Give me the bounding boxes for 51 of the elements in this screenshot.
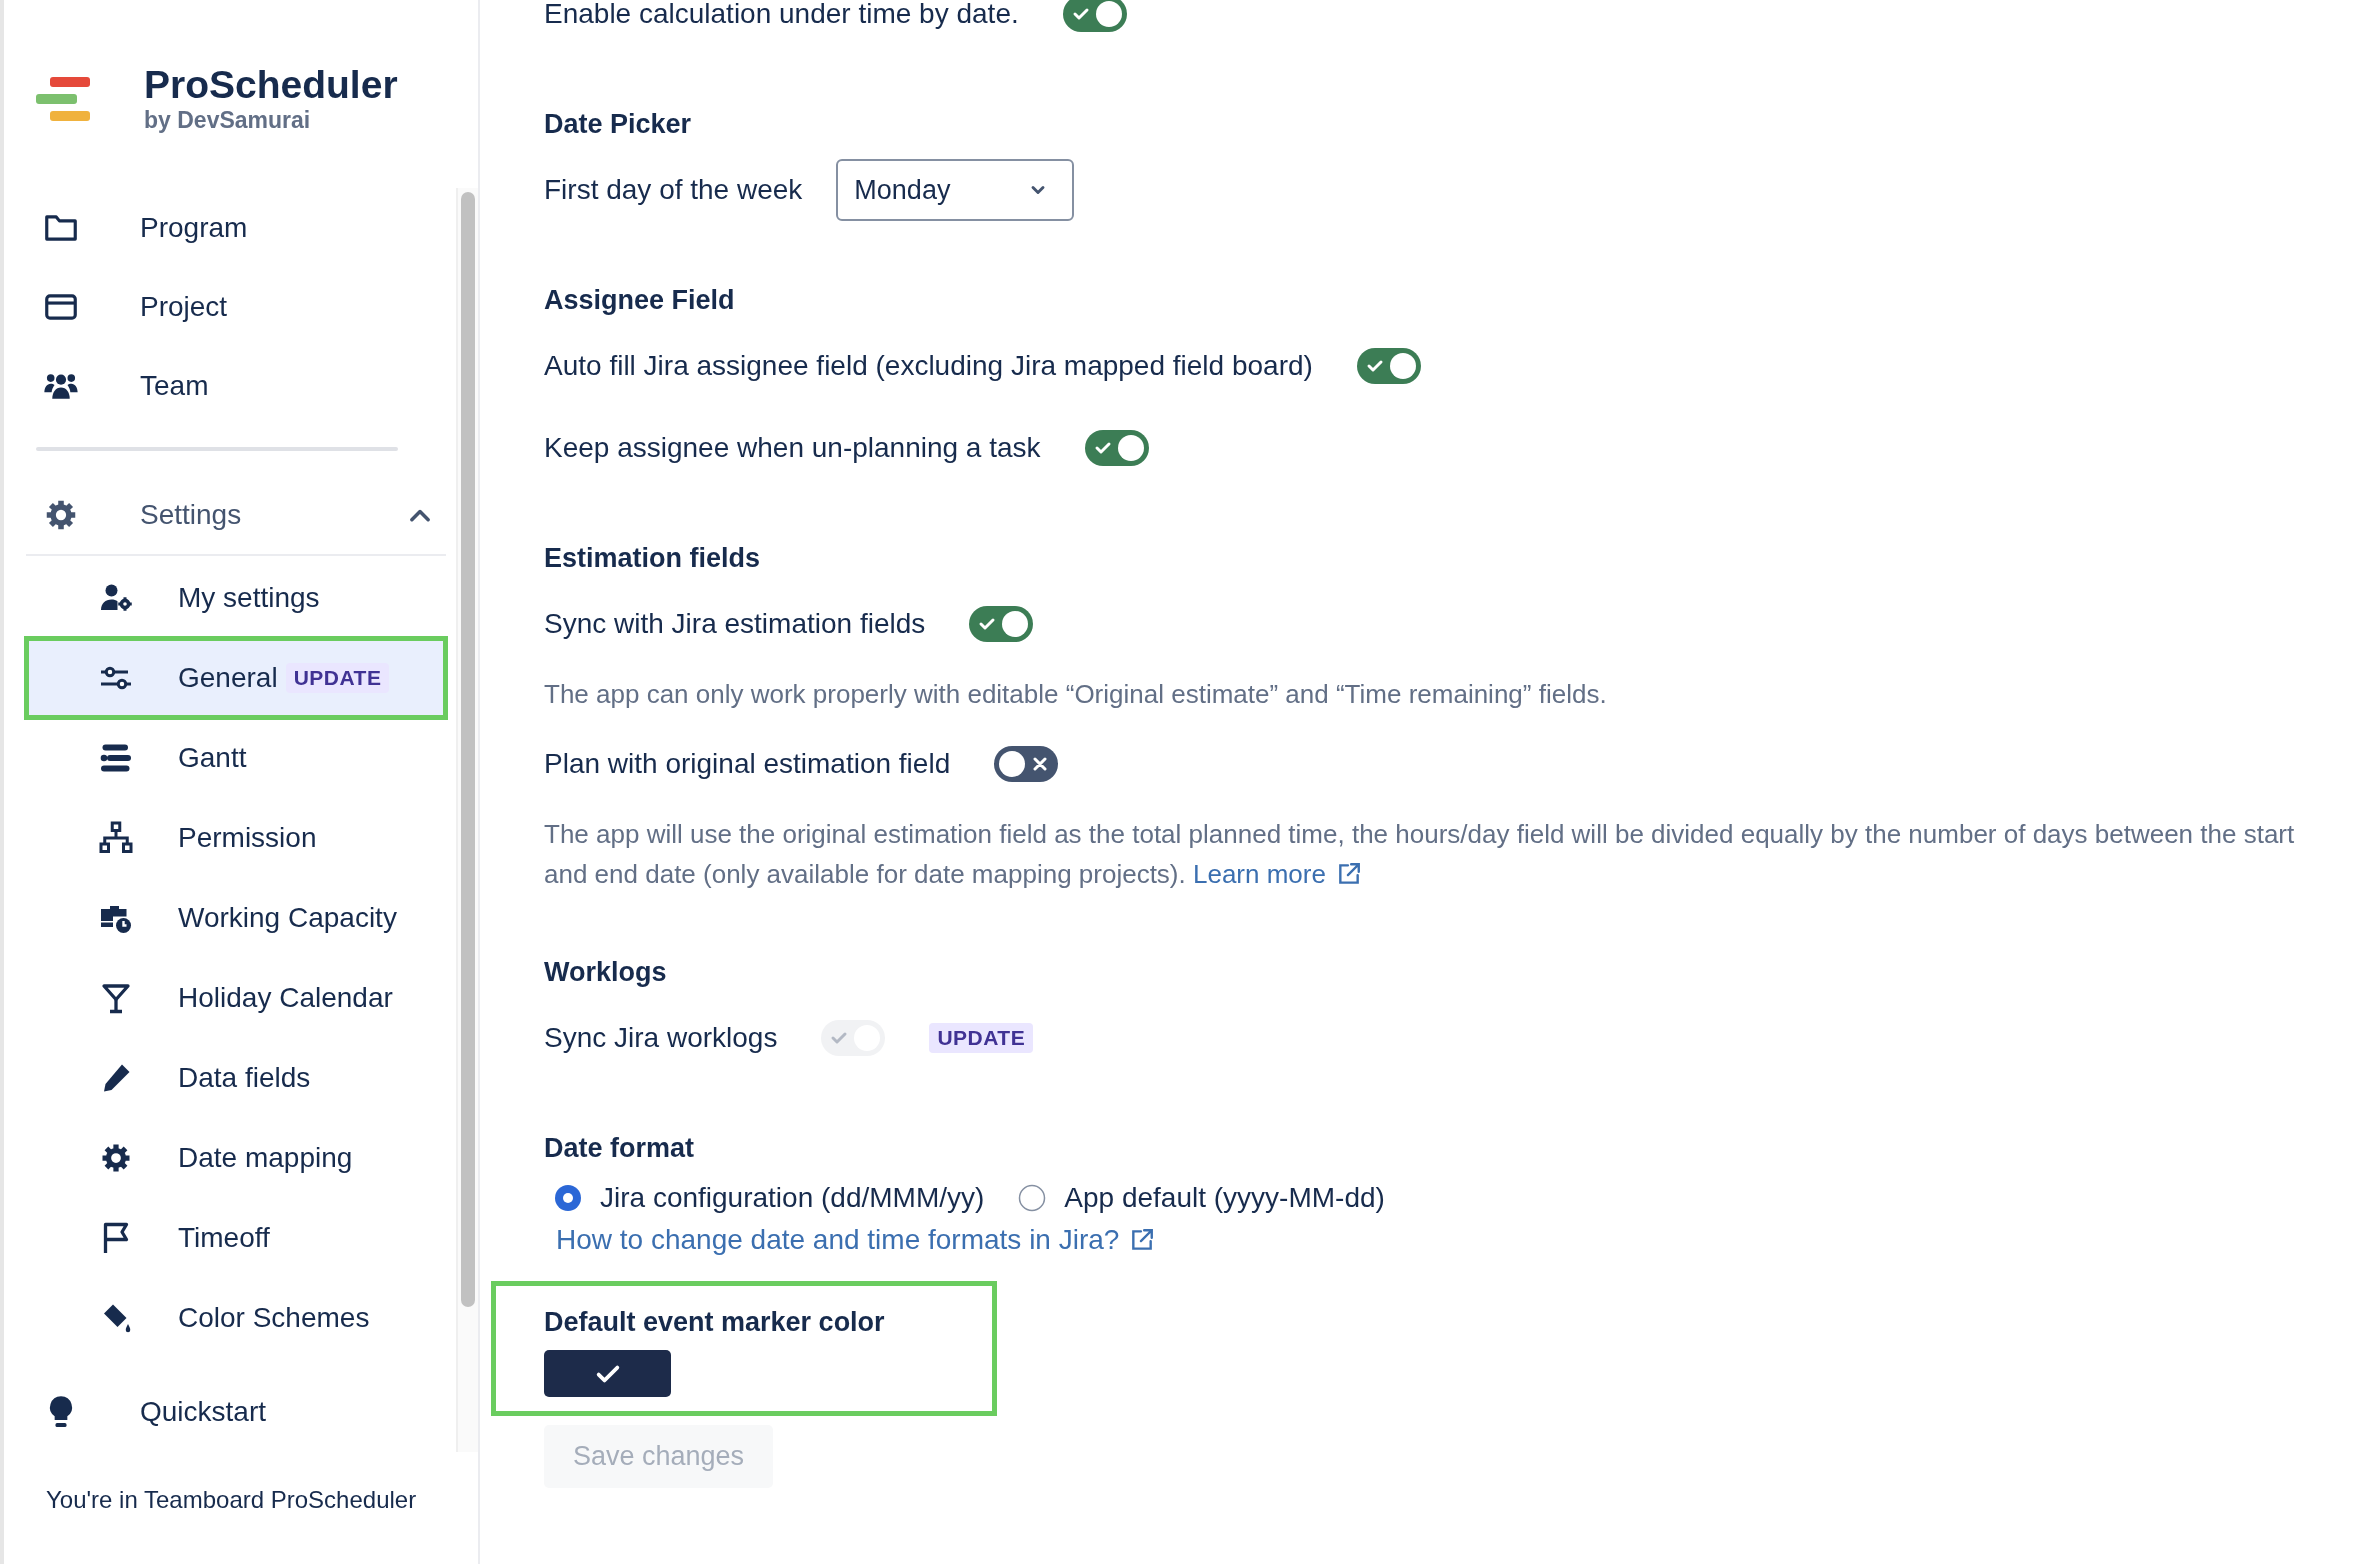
update-badge: UPDATE [285, 663, 390, 693]
radio-button[interactable] [554, 1184, 582, 1212]
section-heading: Assignee Field [544, 284, 736, 317]
sidebar-item[interactable]: Quickstart [4, 1372, 456, 1452]
section-heading: Date Picker [544, 108, 693, 141]
section-heading: Worklogs [544, 956, 668, 989]
setting-label: Keep assignee when un-planning a task [544, 432, 1041, 464]
sidebar-item[interactable]: Timeoff [26, 1198, 446, 1278]
app-title: ProScheduler [144, 64, 398, 107]
sidebar-item[interactable]: General UPDATE [26, 638, 446, 718]
sidebar-item[interactable]: Working Capacity [26, 878, 446, 958]
sidebar-item[interactable]: My settings [26, 558, 446, 638]
external-link-icon [1129, 1227, 1156, 1253]
setting-label: First day of the week [544, 174, 803, 206]
sidebar-item[interactable]: Color Schemes [26, 1278, 446, 1358]
radio-option[interactable]: Jira configuration (dd/MMM/yy) [554, 1182, 985, 1214]
sidebar-item[interactable]: Permission [26, 798, 446, 878]
toggle-switch[interactable] [1356, 348, 1421, 384]
description-text: The app can only work properly with editable “Original estimate” and “Time remaining” fields. [544, 678, 1608, 711]
setting-label: Enable calculation under time by date. [544, 0, 1019, 30]
toggle-switch[interactable] [1084, 430, 1149, 466]
setting-label: Plan with original estimation field [544, 748, 951, 780]
update-badge: UPDATE [929, 1023, 1034, 1053]
learn-more-link[interactable]: Learn more [1193, 854, 1362, 894]
setting-label: Sync Jira worklogs [544, 1022, 778, 1054]
setting-label: Sync with Jira estimation fields [544, 608, 926, 640]
sidebar-item[interactable]: Gantt [26, 718, 446, 798]
section-heading: Estimation fields [544, 542, 762, 575]
section-heading: Default event marker color [544, 1306, 886, 1339]
toggle-switch[interactable] [994, 746, 1059, 782]
toggle-switch[interactable] [1062, 0, 1127, 32]
color-swatch[interactable] [544, 1350, 671, 1397]
sidebar-item[interactable]: Team [4, 346, 456, 425]
scrollbar-thumb[interactable] [461, 192, 475, 1307]
section-heading: Date format [544, 1132, 696, 1165]
description-text: The app will use the original estimation field as the total planned time, the hours/day field will be divided equally by the number of days between the start and end date (only available for date mapping projects). Learn more [544, 814, 2314, 894]
sidebar-item[interactable]: Date mapping [26, 1118, 446, 1198]
app-subtitle: by DevSamurai [144, 106, 312, 134]
radio-option[interactable]: App default (yyyy-MM-dd) [1018, 1182, 1385, 1214]
help-link[interactable]: How to change date and time formats in Jira? [556, 1224, 1156, 1256]
sidebar-item[interactable]: Project [4, 267, 456, 346]
sidebar-item[interactable]: Data fields [26, 1038, 446, 1118]
radio-button[interactable] [1018, 1184, 1047, 1212]
toggle-switch[interactable] [969, 606, 1034, 642]
footer-text: You're in Teamboard ProScheduler [45, 1485, 418, 1514]
sidebar-item[interactable]: Holiday Calendar [26, 958, 446, 1038]
settings-menu-header[interactable]: Settings [26, 476, 446, 556]
sidebar-item[interactable]: Program [4, 188, 456, 267]
setting-label: Auto fill Jira assignee field (excluding Jira mapped field board) [544, 350, 1313, 382]
hierarchy-icon [98, 820, 134, 856]
weekday-dropdown[interactable]: Monday [836, 159, 1075, 221]
